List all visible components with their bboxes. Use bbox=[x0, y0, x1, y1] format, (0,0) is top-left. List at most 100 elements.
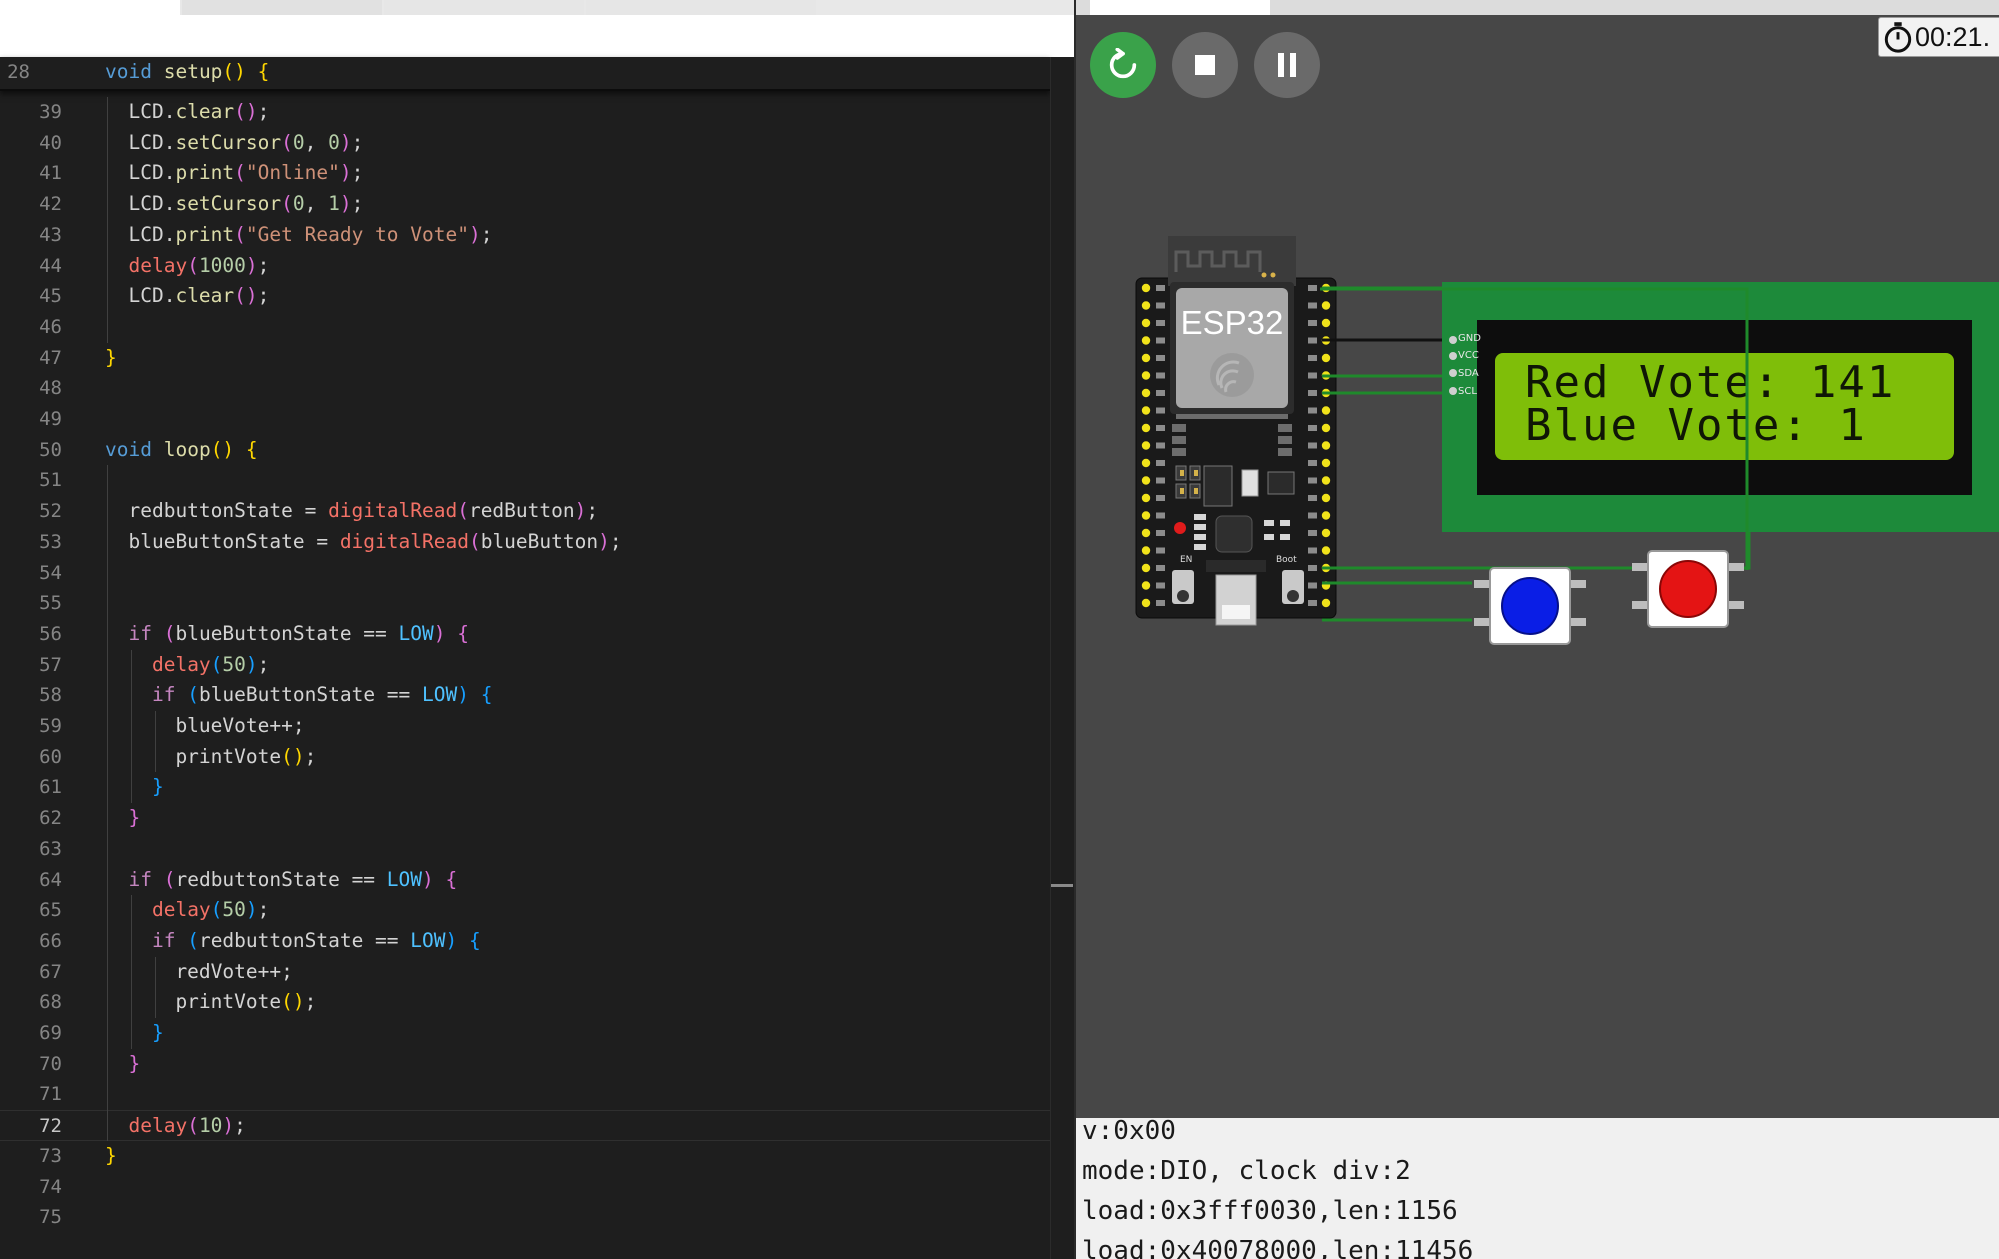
code-token: 1000 bbox=[198, 253, 246, 277]
boot-label: Boot bbox=[1276, 555, 1297, 565]
code-token: () bbox=[234, 284, 258, 308]
line-number: 46 bbox=[39, 315, 62, 338]
code-line[interactable]: 67 redVote++; bbox=[0, 957, 1050, 988]
pin-silkscreen bbox=[1156, 495, 1165, 501]
line-number: 70 bbox=[39, 1052, 62, 1075]
code-token: ) bbox=[468, 222, 481, 246]
code-token: ( bbox=[187, 928, 199, 952]
code-line[interactable]: 60 printVote(); bbox=[0, 742, 1050, 773]
header-pin bbox=[1141, 493, 1151, 503]
line-number: 62 bbox=[39, 807, 62, 830]
code-line[interactable]: 41 LCD.print("Online"); bbox=[0, 158, 1050, 189]
file-tab-active[interactable] bbox=[0, 0, 180, 15]
line-number: 69 bbox=[39, 1022, 62, 1044]
code-line[interactable]: 71 bbox=[0, 1079, 1050, 1110]
code-line[interactable]: 57 delay(50); bbox=[0, 650, 1050, 681]
line-number: 56 bbox=[39, 622, 62, 645]
code-line[interactable]: 39 LCD.clear(); bbox=[0, 97, 1050, 128]
code-line[interactable]: 63 bbox=[0, 834, 1050, 865]
file-tab[interactable] bbox=[384, 0, 584, 15]
file-tab[interactable] bbox=[586, 0, 816, 15]
code-token: ) bbox=[339, 161, 352, 185]
code-line[interactable]: 58 if (blueButtonState == LOW) { bbox=[0, 680, 1050, 711]
code-text: } bbox=[105, 772, 164, 803]
code-token: if bbox=[151, 928, 176, 952]
code-token: ( bbox=[163, 621, 176, 645]
code-line[interactable]: 72 delay(10); bbox=[0, 1110, 1050, 1141]
scrollbar-thumb[interactable] bbox=[1051, 884, 1073, 887]
code-line[interactable]: 50 void loop() { bbox=[0, 435, 1050, 466]
code-editor[interactable]: 28 void setup() { 39 LCD.clear(); 40 LCD.… bbox=[0, 0, 1075, 1259]
code-token: ) bbox=[339, 192, 352, 216]
line-number: 53 bbox=[39, 530, 62, 553]
code-line[interactable]: 75 bbox=[0, 1202, 1050, 1233]
code-line[interactable]: 46 bbox=[0, 312, 1050, 343]
code-line[interactable]: 62 } bbox=[0, 803, 1050, 834]
code-line[interactable]: 61 } bbox=[0, 772, 1050, 803]
sticky-scroll-header[interactable]: 28 void setup() { bbox=[0, 57, 1050, 91]
header-pin bbox=[1141, 476, 1151, 485]
header-pin bbox=[1141, 353, 1151, 363]
indent-guide bbox=[155, 711, 156, 773]
esp32-label: ESP32 bbox=[1181, 304, 1284, 341]
code-line[interactable]: 54 bbox=[0, 558, 1050, 589]
editor-scrollbar[interactable] bbox=[1050, 57, 1075, 1259]
header-pin bbox=[1141, 301, 1151, 310]
code-token: ( bbox=[187, 683, 199, 707]
code-line[interactable]: 66 if (redbuttonState == LOW) { bbox=[0, 926, 1050, 957]
pin-silkscreen bbox=[1156, 600, 1165, 606]
pin-silkscreen bbox=[1308, 512, 1317, 519]
code-line[interactable]: 49 bbox=[0, 404, 1050, 435]
code-line[interactable]: 48 bbox=[0, 373, 1050, 404]
esp32-board[interactable]: ESP32 EN Boot bbox=[1135, 236, 1337, 626]
code-line[interactable]: 69 } bbox=[0, 1018, 1050, 1049]
code-line[interactable]: 70 } bbox=[0, 1049, 1050, 1080]
code-line[interactable]: 43 LCD.print("Get Ready to Vote"); bbox=[0, 220, 1050, 251]
code-text: } bbox=[105, 1018, 164, 1049]
code-line[interactable]: 44 delay(1000); bbox=[0, 251, 1050, 282]
code-line[interactable]: 53 blueButtonState = digitalRead(blueBut… bbox=[0, 527, 1050, 558]
code-token: ) bbox=[445, 928, 458, 952]
code-token: redbuttonState = bbox=[105, 499, 329, 523]
line-number: 54 bbox=[39, 561, 62, 584]
code-line[interactable]: 55 bbox=[0, 588, 1050, 619]
code-line[interactable]: 74 bbox=[0, 1172, 1050, 1203]
code-line[interactable]: 52 redbuttonState = digitalRead(redButto… bbox=[0, 496, 1050, 527]
code-line[interactable]: 47} bbox=[0, 343, 1050, 374]
code-line[interactable]: 40 LCD.setCursor(0, 0); bbox=[0, 128, 1050, 159]
serial-monitor[interactable]: v:0x00 mode:DIO, clock div:2 load:0x3fff… bbox=[1074, 1118, 1999, 1259]
code-token: ( bbox=[210, 652, 223, 676]
code-token: redVote++; bbox=[105, 959, 293, 983]
header-pin bbox=[1141, 458, 1151, 468]
code-line[interactable]: 68 printVote(); bbox=[0, 987, 1050, 1018]
code-token: ; bbox=[257, 898, 270, 922]
code-line[interactable]: 64 if (redbuttonState == LOW) { bbox=[0, 865, 1050, 896]
pin-silkscreen bbox=[1156, 425, 1165, 431]
code-token: delay bbox=[128, 253, 188, 277]
code-line[interactable]: 56 if (blueButtonState == LOW) { bbox=[0, 619, 1050, 650]
pin-silkscreen bbox=[1308, 285, 1317, 291]
en-label: EN bbox=[1180, 555, 1192, 565]
code-line[interactable]: 45 LCD.clear(); bbox=[0, 281, 1050, 312]
line-number: 65 bbox=[39, 899, 62, 922]
code-text: delay(50); bbox=[105, 895, 269, 926]
code-line[interactable]: 73} bbox=[0, 1141, 1050, 1172]
header-pin bbox=[1141, 528, 1151, 538]
header-pin bbox=[1141, 598, 1151, 608]
code-token: ( bbox=[163, 867, 176, 891]
code-token: blueButtonState = bbox=[105, 529, 340, 553]
code-token: ( bbox=[210, 898, 223, 922]
file-tab[interactable] bbox=[182, 0, 382, 15]
code-lines[interactable]: 39 LCD.clear(); 40 LCD.setCursor(0, 0); 41… bbox=[0, 97, 1050, 1247]
code-line[interactable]: 59 blueVote++; bbox=[0, 711, 1050, 742]
pin-silkscreen bbox=[1156, 320, 1165, 326]
code-token: 50 bbox=[222, 652, 246, 676]
code-line[interactable]: 42 LCD.setCursor(0, 1); bbox=[0, 189, 1050, 220]
code-line[interactable]: 51 bbox=[0, 465, 1050, 496]
code-line[interactable]: 65 delay(50); bbox=[0, 895, 1050, 926]
code-token: } bbox=[128, 1051, 141, 1075]
